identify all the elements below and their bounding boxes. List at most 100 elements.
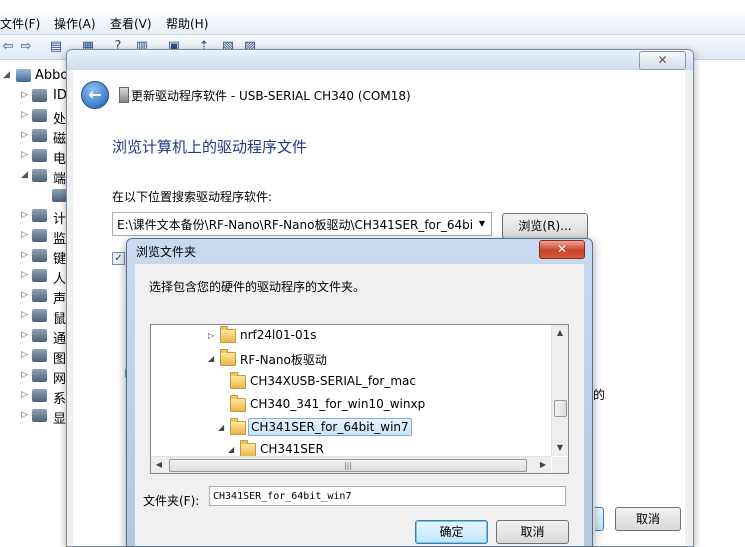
expand-icon[interactable]: ▷: [21, 290, 28, 300]
driver-path-value: E:\课件文本备份\RF-Nano\RF-Nano板驱动\CH341SER_fo…: [117, 218, 492, 232]
tree-item[interactable]: ▷ 声: [0, 286, 70, 307]
folder-icon: [220, 326, 236, 343]
menu-view[interactable]: 查看(V): [110, 15, 152, 32]
driver-path-combobox[interactable]: E:\课件文本备份\RF-Nano\RF-Nano板驱动\CH341SER_fo…: [112, 212, 492, 236]
device-category-icon: [32, 309, 47, 322]
collapse-icon[interactable]: ◢: [208, 354, 214, 363]
search-location-label: 在以下位置搜索驱动程序软件:: [112, 190, 273, 204]
expand-icon[interactable]: ▷: [21, 230, 28, 240]
expand-icon[interactable]: ▷: [21, 390, 28, 400]
horizontal-scrollbar[interactable]: ◀ ||| ▶: [151, 456, 551, 473]
chevron-down-icon[interactable]: ▼: [473, 213, 491, 235]
scroll-left-icon[interactable]: ◀: [151, 457, 167, 473]
close-button[interactable]: ✕: [639, 51, 686, 70]
tree-item[interactable]: ▷ 键: [0, 246, 70, 267]
tree-item[interactable]: ▷ 显: [0, 406, 70, 427]
expand-icon[interactable]: ▷: [21, 250, 28, 260]
close-button[interactable]: ✕: [539, 240, 585, 259]
expand-icon[interactable]: ▷: [21, 350, 28, 360]
device-category-icon: [32, 269, 47, 282]
tree-item[interactable]: ▷ 鼠: [0, 306, 70, 327]
folder-input[interactable]: CH341SER_for_64bit_win7: [209, 486, 566, 506]
usb-device-icon: [119, 87, 129, 103]
expand-icon[interactable]: ▷: [21, 90, 28, 100]
dialog-title-bar: ✕: [67, 50, 693, 70]
tree-item[interactable]: ▷ 系: [0, 386, 70, 407]
tree-item[interactable]: ▷ 网: [0, 366, 70, 387]
menu-help[interactable]: 帮助(H): [166, 15, 208, 32]
cancel-button[interactable]: 取消: [496, 520, 569, 544]
expand-icon[interactable]: ▷: [21, 130, 28, 140]
tree-item-label: 键: [53, 252, 67, 267]
tree-item[interactable]: ▷ 电: [0, 146, 70, 167]
tree-item[interactable]: ▷ 磁: [0, 126, 70, 147]
expand-icon[interactable]: ▷: [208, 331, 214, 340]
next-button[interactable]: [595, 507, 604, 531]
collapse-icon[interactable]: ◢: [218, 423, 224, 432]
vertical-scrollbar[interactable]: ▲ ▼: [551, 325, 568, 456]
device-category-icon: [32, 229, 47, 242]
tree-item[interactable]: ▷ 人: [0, 266, 70, 287]
dialog-title: 更新驱动程序软件 - USB-SERIAL CH340 (COM18): [131, 89, 411, 103]
tree-item-label: 通: [53, 332, 67, 347]
device-category-icon: [32, 349, 47, 362]
collapse-icon[interactable]: ◢: [21, 170, 28, 180]
tree-item[interactable]: ▷ 监: [0, 226, 70, 247]
scroll-thumb[interactable]: [554, 400, 567, 417]
expand-icon[interactable]: ▷: [21, 210, 28, 220]
expand-icon[interactable]: ▷: [21, 270, 28, 280]
back-button[interactable]: ←: [81, 81, 109, 109]
console-tree-icon[interactable]: ▤: [48, 39, 64, 55]
expand-icon[interactable]: ▷: [21, 110, 28, 120]
scroll-up-icon[interactable]: ▲: [552, 325, 568, 341]
tree-item[interactable]: ◢ 端: [0, 166, 70, 187]
expand-icon[interactable]: ▷: [21, 410, 28, 420]
tree-item[interactable]: ▷ 图: [0, 346, 70, 367]
include-subfolders-checkbox[interactable]: ✓: [112, 252, 125, 265]
device-category-icon: [32, 89, 47, 102]
folder-label: CH341SER: [260, 442, 324, 456]
folder-icon: [220, 349, 236, 366]
tree-root-label: Abbo: [35, 68, 69, 83]
tree-item-label: 网: [53, 372, 67, 387]
folder-tree[interactable]: ▷ nrf24l01-01s ◢ RF-Nano板驱动 CH34XUSB-SER…: [150, 324, 569, 474]
device-category-icon: [32, 389, 47, 402]
tree-item-label: 端: [53, 172, 67, 187]
tree-item-label: 声: [53, 292, 67, 307]
scroll-right-icon[interactable]: ▶: [535, 457, 551, 473]
menu-action[interactable]: 操作(A): [54, 15, 96, 32]
expand-icon[interactable]: ▷: [21, 370, 28, 380]
port-icon: [52, 189, 67, 202]
menu-file[interactable]: 文件(F): [0, 15, 40, 32]
ok-button[interactable]: 确定: [415, 520, 488, 544]
tree-item[interactable]: ▷ 处: [0, 106, 70, 127]
tree-item-label: 监: [53, 232, 67, 247]
tree-item-label: 人: [53, 272, 67, 287]
tree-item-label: 图: [53, 352, 67, 367]
device-category-icon: [32, 109, 47, 122]
device-category-icon: [32, 369, 47, 382]
collapse-icon[interactable]: ◢: [3, 70, 10, 80]
scroll-thumb[interactable]: |||: [169, 459, 527, 472]
collapse-icon[interactable]: ◢: [228, 445, 234, 454]
tree-item[interactable]: ▷ 通: [0, 326, 70, 347]
folder-label: nrf24l01-01s: [240, 328, 317, 342]
expand-icon[interactable]: ▷: [21, 150, 28, 160]
scroll-down-icon[interactable]: ▼: [552, 440, 568, 456]
forward-arrow-icon[interactable]: ⇨: [18, 39, 34, 55]
device-category-icon: [32, 249, 47, 262]
tree-root[interactable]: ◢ Abbo: [0, 66, 70, 86]
device-tree: ◢ Abbo ▷ ID ▷ 处 ▷ 磁 ▷ 电 ◢ 端 ▷ 计 ▷ 监 ▷ 键 ▷ 人 ▷ 声 ▷ 鼠…: [0, 60, 70, 545]
expand-icon[interactable]: ▷: [21, 310, 28, 320]
tree-item[interactable]: [0, 186, 70, 206]
device-category-icon: [32, 149, 47, 162]
tree-item-label: 计: [53, 212, 67, 227]
device-category-icon: [32, 169, 47, 182]
expand-icon[interactable]: ▷: [21, 330, 28, 340]
cancel-button[interactable]: 取消: [615, 507, 681, 531]
tree-item[interactable]: ▷ 计: [0, 206, 70, 227]
folder-icon: [230, 372, 246, 389]
back-arrow-icon[interactable]: ⇦: [0, 39, 16, 55]
browse-button[interactable]: 浏览(R)...: [502, 213, 588, 239]
tree-item[interactable]: ▷ ID: [0, 86, 70, 106]
